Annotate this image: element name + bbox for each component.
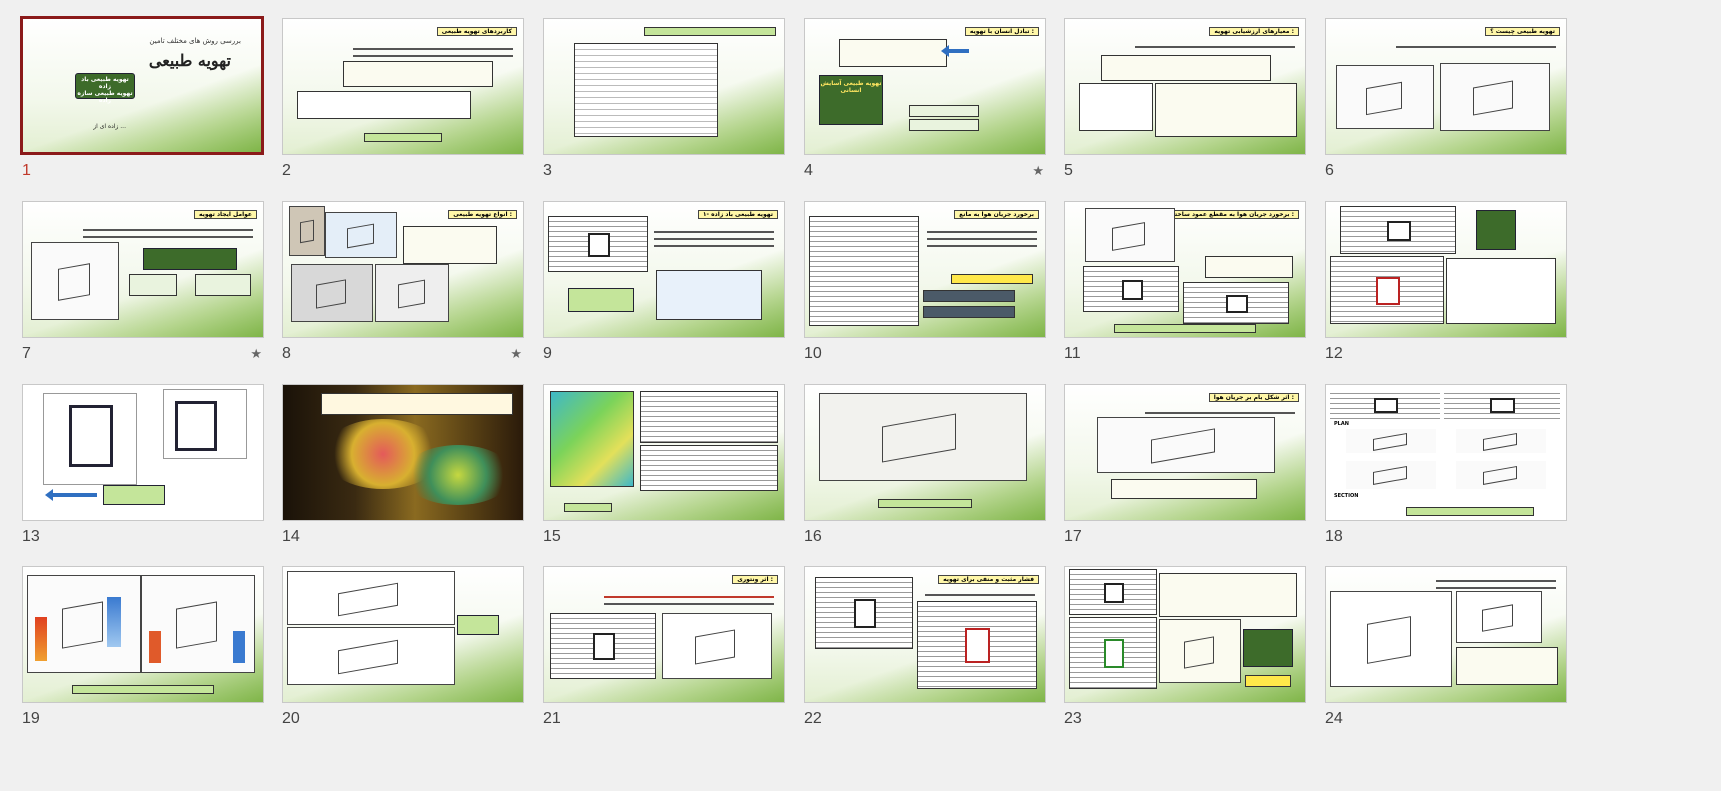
slide-title: عوامل ایجاد تهویه — [194, 210, 257, 219]
slide-number: 14 — [282, 528, 300, 545]
slide-title: اثر شکل بام بر جریان هوا : — [1208, 393, 1299, 402]
slide-thumbnail-19[interactable]: 19 — [22, 566, 264, 727]
slide-number: 18 — [1325, 528, 1343, 545]
slide-preview: انواع تهویه طبیعی : — [282, 201, 524, 338]
slide-preview — [1325, 201, 1567, 338]
slide-thumbnail-16[interactable]: 16 — [804, 384, 1046, 545]
slide-preview — [22, 384, 264, 521]
slide-preview: اثر ونتوری : — [543, 566, 785, 703]
slide-preview: معیارهای ارزشیابی تهویه : — [1064, 18, 1306, 155]
slide-preview: ۱- تهویه طبیعی باد زاده — [543, 201, 785, 338]
slide-thumbnail-12[interactable]: 12 — [1325, 201, 1567, 362]
slide-preview: تهویه طبیعی چیست ؟ — [1325, 18, 1567, 155]
slide-title: برخورد جریان هوا به مانع — [954, 210, 1039, 219]
slide-thumbnail-11[interactable]: برخورد جریان هوا به مقطع عمود ساختمان : … — [1064, 201, 1306, 362]
slide-number: 11 — [1064, 345, 1081, 362]
animation-star-icon: ★ — [250, 347, 262, 362]
section-label: SECTION — [1334, 493, 1359, 499]
slide-number: 9 — [543, 345, 552, 362]
slide-number: 3 — [543, 162, 552, 179]
slide-thumbnail-23[interactable]: 23 — [1064, 566, 1306, 727]
slide-preview — [282, 384, 524, 521]
slide-title: کاربردهای تهویه طبیعی — [436, 27, 517, 36]
slide-title: تهویه طبیعی — [148, 51, 231, 70]
slide-preview — [1325, 566, 1567, 703]
animation-star-icon: ★ — [1032, 164, 1044, 179]
slide-thumbnail-5[interactable]: معیارهای ارزشیابی تهویه : 5 — [1064, 18, 1306, 179]
slide-preview: فشار مثبت و منفی برای تهویه — [804, 566, 1046, 703]
slide-preview — [282, 566, 524, 703]
slide-title: تهویه طبیعی چیست ؟ — [1485, 27, 1560, 36]
slide-number: 10 — [804, 345, 822, 362]
slide-preview — [804, 384, 1046, 521]
slide-title: فشار مثبت و منفی برای تهویه — [938, 575, 1039, 584]
slide-preview: عوامل ایجاد تهویه — [22, 201, 264, 338]
slide-title: اثر ونتوری : — [732, 575, 778, 584]
slide-number: 13 — [22, 528, 40, 545]
slide-number: 12 — [1325, 345, 1343, 362]
slide-title: برخورد جریان هوا به مقطع عمود ساختمان : — [1158, 210, 1299, 219]
slide-number: 17 — [1064, 528, 1082, 545]
slide-preview: بررسی روش های مختلف تامین تهویه طبیعی ته… — [20, 16, 264, 155]
slide-thumbnail-21[interactable]: اثر ونتوری : 21 — [543, 566, 785, 727]
slide-number: 7 — [22, 345, 31, 362]
slide-thumbnail-10[interactable]: برخورد جریان هوا به مانع 10 — [804, 201, 1046, 362]
slide-title: معیارهای ارزشیابی تهویه : — [1209, 27, 1299, 36]
slide-preview: اثر شکل بام بر جریان هوا : — [1064, 384, 1306, 521]
slide-number: 23 — [1064, 710, 1082, 727]
slide-number: 2 — [282, 162, 291, 179]
slide-thumbnail-24[interactable]: 24 — [1325, 566, 1567, 727]
slide-number: 8 — [282, 345, 291, 362]
slide-number: 6 — [1325, 162, 1334, 179]
slide-thumbnail-4[interactable]: تبادل انسان با تهویه : تهویه طبیعی آسایش… — [804, 18, 1046, 179]
slide-preview — [22, 566, 264, 703]
slide-number: 1 — [22, 162, 31, 179]
slide-preview — [543, 18, 785, 155]
slide-sorter-grid: بررسی روش های مختلف تامین تهویه طبیعی ته… — [0, 0, 1721, 791]
slide-preview — [543, 384, 785, 521]
animation-star-icon: ★ — [510, 347, 522, 362]
slide-title: انواع تهویه طبیعی : — [448, 210, 517, 219]
slide-thumbnail-1[interactable]: بررسی روش های مختلف تامین تهویه طبیعی ته… — [20, 16, 264, 179]
slide-preview: PLAN SECTION — [1325, 384, 1567, 521]
slide-title: تبادل انسان با تهویه : — [964, 27, 1039, 36]
slide-thumbnail-18[interactable]: PLAN SECTION 18 — [1325, 384, 1567, 545]
slide-thumbnail-17[interactable]: اثر شکل بام بر جریان هوا : 17 — [1064, 384, 1306, 545]
slide-number: 19 — [22, 710, 40, 727]
slide-thumbnail-20[interactable]: 20 — [282, 566, 524, 727]
slide-number: 22 — [804, 710, 822, 727]
slide-preview: کاربردهای تهویه طبیعی — [282, 18, 524, 155]
slide-thumbnail-6[interactable]: تهویه طبیعی چیست ؟ 6 — [1325, 18, 1567, 179]
slide-preview: تبادل انسان با تهویه : تهویه طبیعی آسایش… — [804, 18, 1046, 155]
slide-number: 21 — [543, 710, 561, 727]
slide-thumbnail-15[interactable]: 15 — [543, 384, 785, 545]
slide-thumbnail-13[interactable]: 13 — [22, 384, 264, 545]
slide-number: 16 — [804, 528, 822, 545]
green-box: تهویه طبیعی آسایش انسانی — [819, 75, 883, 125]
slide-thumbnail-3[interactable]: 3 — [543, 18, 785, 179]
slide-number: 15 — [543, 528, 561, 545]
slide-thumbnail-2[interactable]: کاربردهای تهویه طبیعی 2 — [282, 18, 524, 179]
slide-author: زاده ای از ... — [93, 123, 126, 130]
slide-thumbnail-9[interactable]: ۱- تهویه طبیعی باد زاده 9 — [543, 201, 785, 362]
slide-item: تهویه طبیعی سازه زاده — [77, 90, 133, 104]
slide-subtitle: بررسی روش های مختلف تامین — [149, 37, 241, 45]
slide-number: 24 — [1325, 710, 1343, 727]
slide-preview: برخورد جریان هوا به مانع — [804, 201, 1046, 338]
slide-thumbnail-22[interactable]: فشار مثبت و منفی برای تهویه 22 — [804, 566, 1046, 727]
plan-label: PLAN — [1334, 421, 1349, 427]
slide-thumbnail-8[interactable]: انواع تهویه طبیعی : 8 ★ — [282, 201, 524, 362]
slide-item: تهویه طبیعی باد زاده — [81, 76, 129, 90]
slide-preview: برخورد جریان هوا به مقطع عمود ساختمان : — [1064, 201, 1306, 338]
slide-thumbnail-7[interactable]: عوامل ایجاد تهویه 7 ★ — [22, 201, 264, 362]
slide-title: ۱- تهویه طبیعی باد زاده — [697, 210, 778, 219]
slide-preview — [1064, 566, 1306, 703]
slide-number: 5 — [1064, 162, 1073, 179]
slide-number: 20 — [282, 710, 300, 727]
slide-number: 4 — [804, 162, 813, 179]
slide-thumbnail-14[interactable]: 14 — [282, 384, 524, 545]
